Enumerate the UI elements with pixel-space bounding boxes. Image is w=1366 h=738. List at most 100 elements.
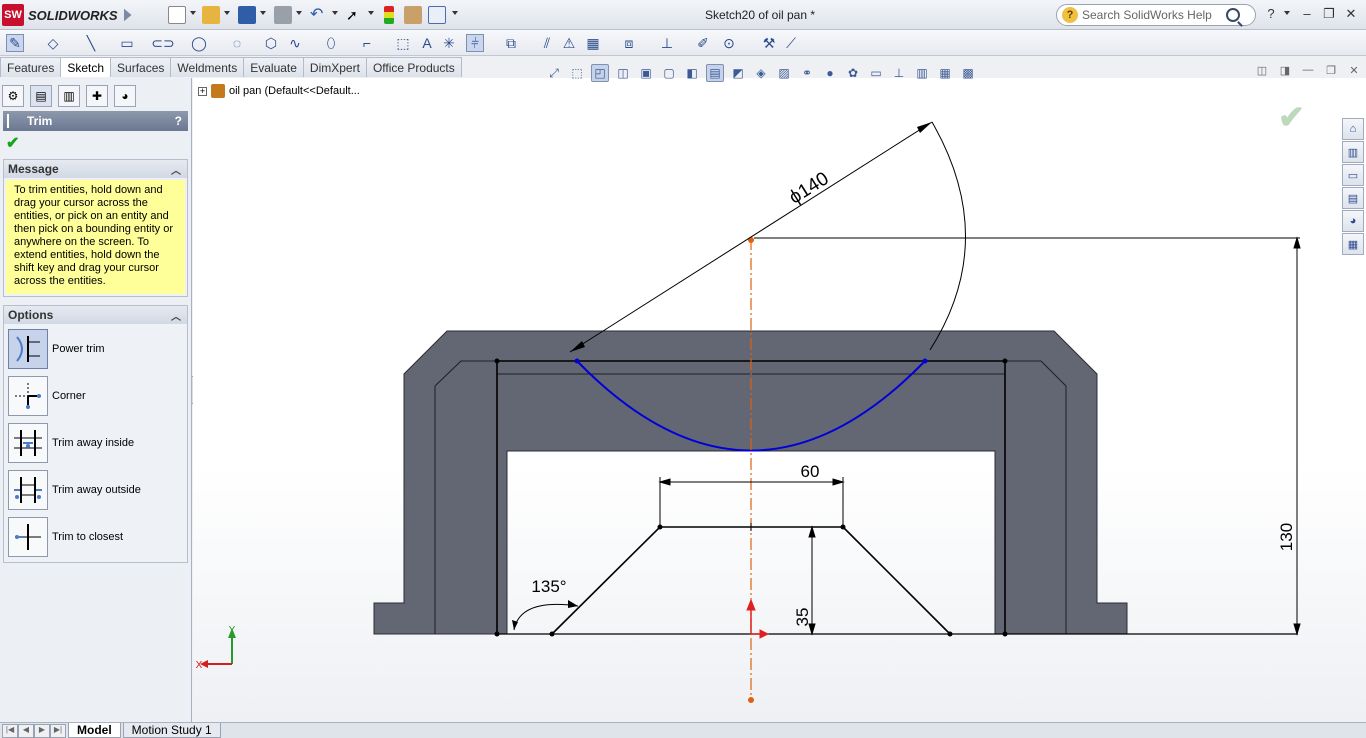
view-orientation-icon[interactable]: ▣: [637, 64, 655, 82]
options-dropdown-icon[interactable]: [452, 11, 458, 15]
collapse-chevron-icon[interactable]: ︿: [171, 162, 181, 177]
point-icon[interactable]: ✳: [440, 34, 458, 52]
trim-closest-icon[interactable]: [8, 517, 48, 557]
confirmation-corner-check-icon[interactable]: ✔: [1278, 98, 1305, 136]
zoom-area-icon[interactable]: ⬚: [568, 64, 586, 82]
print-icon[interactable]: [274, 6, 292, 24]
quick-snaps-icon[interactable]: ⊙: [720, 34, 738, 52]
restore-window-icon[interactable]: ❐: [1320, 6, 1338, 22]
move-entities-icon[interactable]: ⧈: [620, 34, 638, 52]
rebuild-icon[interactable]: [384, 6, 394, 24]
plane-icon[interactable]: ⬚: [394, 34, 412, 52]
options-group-header[interactable]: Options ︿: [4, 306, 187, 324]
previous-view-icon[interactable]: ◰: [591, 64, 609, 82]
file-properties-icon[interactable]: [404, 6, 422, 24]
display-style-icon[interactable]: ▢: [660, 64, 678, 82]
save-icon[interactable]: [238, 6, 256, 24]
tab-sketch[interactable]: Sketch: [60, 57, 112, 77]
open-dropdown-icon[interactable]: [224, 11, 230, 15]
polygon-icon[interactable]: ⬡: [262, 34, 280, 52]
tab-evaluate[interactable]: Evaluate: [243, 57, 304, 77]
new-dropdown-icon[interactable]: [190, 11, 196, 15]
viewport-restore-icon[interactable]: ❐: [1322, 64, 1340, 80]
line-icon[interactable]: ╲: [82, 34, 100, 52]
convert-entities-icon[interactable]: ⧉: [502, 34, 520, 52]
appearance-icon[interactable]: ✿: [844, 64, 862, 82]
instant-2d-icon[interactable]: ⟋: [782, 34, 800, 52]
help-search-input[interactable]: [1082, 8, 1222, 22]
repair-sketch-icon[interactable]: ✐: [694, 34, 712, 52]
select-dropdown-icon[interactable]: [368, 11, 374, 15]
option-power-trim[interactable]: Power trim: [8, 327, 184, 371]
offset-entities-icon[interactable]: ⫽: [538, 34, 556, 52]
monitor-icon[interactable]: ▭: [867, 64, 885, 82]
solidworks-logo[interactable]: SW SOLIDWORKS: [2, 4, 132, 26]
fillet-icon[interactable]: ⌐: [358, 34, 376, 52]
trim-outside-icon[interactable]: [8, 470, 48, 510]
smart-dimension-icon[interactable]: ◇: [44, 34, 62, 52]
collapse-chevron-icon[interactable]: ︿: [171, 308, 181, 323]
linear-pattern-icon[interactable]: ▦: [584, 34, 602, 52]
diameter-dimension[interactable]: ϕ140: [569, 121, 966, 353]
last-tab-icon[interactable]: ▶|: [50, 723, 66, 738]
search-icon[interactable]: [1226, 8, 1240, 22]
viewport-tile-left-icon[interactable]: ◫: [1253, 64, 1271, 80]
tab-motion-study-1[interactable]: Motion Study 1: [122, 723, 221, 738]
trim-entities-icon[interactable]: ⫩: [466, 34, 484, 52]
viewport-tile-right-icon[interactable]: ◨: [1276, 64, 1294, 80]
feature-manager-tab-icon[interactable]: ⚙: [2, 85, 24, 107]
spline-icon[interactable]: ∿: [286, 34, 304, 52]
save-dropdown-icon[interactable]: [260, 11, 266, 15]
undo-dropdown-icon[interactable]: [332, 11, 338, 15]
tab-features[interactable]: Features: [0, 57, 62, 77]
apply-scene-icon[interactable]: ▨: [775, 64, 793, 82]
tab-office-products[interactable]: Office Products: [365, 57, 462, 77]
exit-sketch-icon[interactable]: ✎: [6, 34, 24, 52]
arc-icon[interactable]: ◌: [228, 34, 246, 52]
rectangle-icon[interactable]: ▭: [118, 34, 136, 52]
display-relations-icon[interactable]: ⊥: [658, 34, 676, 52]
parts-icon[interactable]: ▥: [913, 64, 931, 82]
help-button[interactable]: ?: [175, 114, 182, 128]
trim-inside-icon[interactable]: [8, 423, 48, 463]
section-view-icon[interactable]: ◫: [614, 64, 632, 82]
mirror-entities-icon[interactable]: ⚠: [560, 34, 578, 52]
property-manager-tab-icon[interactable]: ▤: [30, 85, 52, 107]
rapid-sketch-icon[interactable]: ⚒: [760, 34, 778, 52]
ok-check-icon[interactable]: ✔: [6, 136, 20, 152]
view-settings-icon[interactable]: ⚭: [798, 64, 816, 82]
option-trim-to-closest[interactable]: Trim to closest: [8, 515, 184, 559]
angle-label[interactable]: 135°: [531, 577, 566, 596]
next-tab-icon[interactable]: ▶: [34, 723, 50, 738]
text-icon[interactable]: A: [418, 34, 436, 52]
tab-dimxpert[interactable]: DimXpert: [302, 57, 367, 77]
lock-view-icon[interactable]: ▩: [959, 64, 977, 82]
pan-icon[interactable]: ⊥: [890, 64, 908, 82]
hidden-lines-icon[interactable]: ◧: [683, 64, 701, 82]
appearances-icon[interactable]: ◕: [1342, 210, 1364, 232]
close-window-icon[interactable]: ✕: [1342, 6, 1360, 22]
custom-properties-icon[interactable]: ▦: [1342, 233, 1364, 255]
file-explorer-icon[interactable]: ▭: [1342, 164, 1364, 186]
option-trim-away-inside[interactable]: Trim away inside: [8, 421, 184, 465]
minimize-window-icon[interactable]: –: [1298, 6, 1316, 22]
zoom-to-fit-icon[interactable]: ⤢: [545, 64, 563, 82]
diameter-label[interactable]: ϕ140: [786, 168, 833, 208]
power-trim-icon[interactable]: [8, 329, 48, 369]
folder-view-icon[interactable]: ▦: [936, 64, 954, 82]
open-folder-icon[interactable]: [202, 6, 220, 24]
option-corner[interactable]: Corner: [8, 374, 184, 418]
sphere-icon[interactable]: ●: [821, 64, 839, 82]
new-document-icon[interactable]: [168, 6, 186, 24]
design-library-icon[interactable]: ▥: [1342, 141, 1364, 163]
shaded-edges-icon[interactable]: ▤: [706, 64, 724, 82]
help-dropdown-icon[interactable]: [1284, 11, 1290, 15]
corner-trim-icon[interactable]: [8, 376, 48, 416]
feature-tree-root[interactable]: + oil pan (Default<<Default...: [198, 84, 360, 98]
hide-show-items-icon[interactable]: ◩: [729, 64, 747, 82]
tab-surfaces[interactable]: Surfaces: [110, 57, 172, 77]
total-height-label[interactable]: 130: [1277, 523, 1296, 551]
message-group-header[interactable]: Message ︿: [4, 160, 187, 178]
tab-model[interactable]: Model: [68, 723, 121, 738]
print-dropdown-icon[interactable]: [296, 11, 302, 15]
